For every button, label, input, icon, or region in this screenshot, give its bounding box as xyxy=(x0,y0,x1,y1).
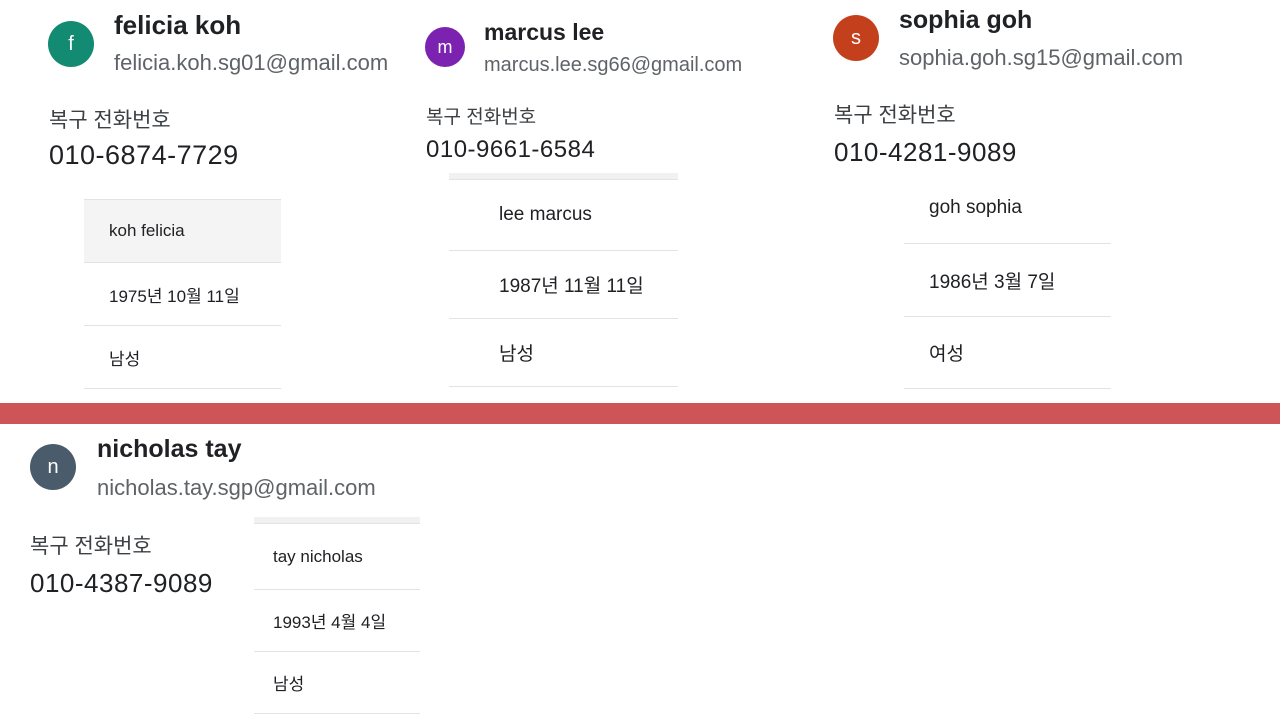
profile-info-table: lee marcus 1987년 11월 11일 남성 xyxy=(449,173,678,387)
profile-gender-row: 남성 xyxy=(449,319,678,387)
avatar: n xyxy=(30,444,76,490)
profile-gender-row: 여성 xyxy=(904,317,1111,389)
recovery-phone-label: 복구 전화번호 xyxy=(49,109,171,132)
recovery-phone-number: 010-4387-9089 xyxy=(30,568,213,598)
profile-birthday-value: 1986년 3월 7일 xyxy=(929,271,1056,293)
profile-info-table: tay nicholas 1993년 4월 4일 남성 xyxy=(254,517,420,714)
account-email: sophia.goh.sg15@gmail.com xyxy=(899,45,1184,70)
recovery-phone-label: 복구 전화번호 xyxy=(834,104,956,127)
profile-birthday-row: 1987년 11월 11일 xyxy=(449,251,678,319)
account-email: marcus.lee.sg66@gmail.com xyxy=(484,54,743,76)
recovery-phone-number: 010-4281-9089 xyxy=(834,137,1017,167)
profile-gender-value: 여성 xyxy=(929,344,964,365)
recovery-phone-number: 010-9661-6584 xyxy=(426,136,596,163)
profile-info-table: koh felicia 1975년 10월 11일 남성 xyxy=(84,199,281,389)
profile-name-value: lee marcus xyxy=(499,204,592,225)
account-name: felicia koh xyxy=(114,10,242,40)
profile-birthday-value: 1993년 4월 4일 xyxy=(273,613,387,632)
account-email: nicholas.tay.sgp@gmail.com xyxy=(97,475,376,500)
profile-name-row: lee marcus xyxy=(449,179,678,251)
profile-gender-row: 남성 xyxy=(254,652,420,714)
account-name: sophia goh xyxy=(899,6,1033,34)
profile-birthday-value: 1987년 11월 11일 xyxy=(499,276,644,297)
profile-name-row: tay nicholas xyxy=(254,523,420,590)
recovery-phone-number: 010-6874-7729 xyxy=(49,140,239,170)
profile-gender-value: 남성 xyxy=(273,675,305,694)
recovery-phone-label: 복구 전화번호 xyxy=(426,107,537,128)
profile-gender-value: 남성 xyxy=(109,349,141,369)
account-name: marcus lee xyxy=(484,19,605,45)
profile-name-row: goh sophia xyxy=(904,173,1111,244)
recovery-phone-label: 복구 전화번호 xyxy=(30,535,152,558)
account-name: nicholas tay xyxy=(97,435,242,463)
account-email: felicia.koh.sg01@gmail.com xyxy=(114,50,389,75)
profile-birthday-value: 1975년 10월 11일 xyxy=(109,286,240,306)
profile-name-value: goh sophia xyxy=(929,197,1022,218)
section-divider xyxy=(0,403,1280,424)
profile-gender-row: 남성 xyxy=(84,326,281,389)
profile-birthday-row: 1986년 3월 7일 xyxy=(904,244,1111,317)
avatar: f xyxy=(48,21,94,67)
profile-name-row: koh felicia xyxy=(84,199,281,263)
profile-name-value: tay nicholas xyxy=(273,546,363,566)
avatar: s xyxy=(833,15,879,61)
profile-info-table: goh sophia 1986년 3월 7일 여성 xyxy=(904,173,1111,389)
profile-name-value: koh felicia xyxy=(109,221,185,240)
profile-gender-value: 남성 xyxy=(499,344,534,365)
profile-birthday-row: 1975년 10월 11일 xyxy=(84,263,281,326)
avatar: m xyxy=(425,27,465,67)
profile-birthday-row: 1993년 4월 4일 xyxy=(254,590,420,652)
